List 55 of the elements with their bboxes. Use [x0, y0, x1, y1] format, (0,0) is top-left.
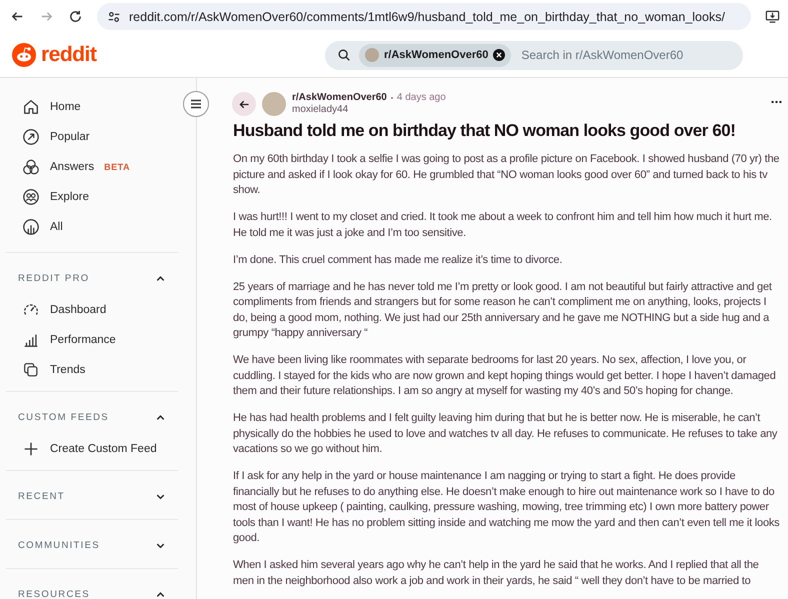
- sidebar-item[interactable]: Popular: [6, 122, 178, 152]
- section-title: COMMUNITIES: [18, 540, 100, 550]
- sidebar-item[interactable]: Performance: [6, 325, 178, 355]
- post-paragraph: 25 years of marriage and he has never told me I’m pretty or look good. I am not beautiful but fairly attractive and get compliments from friends and strangers but for some reason he can’t compliment me on anything, looks, projects I do, being a good mom, nothing. We just had our 25th anniversary and he gave me NOTHING but a side hug and a grumpy “happy anniversary “: [233, 280, 773, 341]
- separator-dot: [390, 97, 393, 99]
- arrow-circle-icon: [22, 128, 40, 146]
- address-bar[interactable]: reddit.com/r/AskWomenOver60/comments/1mtl6w9/husband_told_me_on_birthday_that_no_woman_looks/: [97, 3, 751, 30]
- sidebar-item[interactable]: Answers BETA: [6, 152, 178, 182]
- people-circle-icon: [22, 188, 40, 206]
- section-header[interactable]: COMMUNITIES: [6, 528, 178, 562]
- search-icon: [337, 48, 351, 62]
- community-link[interactable]: r/AskWomenOver60: [292, 92, 387, 104]
- section-header[interactable]: REDDIT PRO: [6, 261, 178, 295]
- author-link[interactable]: moxielady44: [292, 104, 446, 116]
- sidebar-item[interactable]: Explore: [6, 182, 178, 212]
- back-button[interactable]: [232, 92, 256, 116]
- menu-button[interactable]: [183, 91, 209, 117]
- post-paragraph: I was hurt!!! I went to my closet and cried. It took me about a week to confront him and tell him how much it hurt me. He told me it was just a joke and I’m too sensitive.: [233, 210, 773, 240]
- stacked-squares-icon: [22, 361, 40, 379]
- section-title: CUSTOM FEEDS: [18, 412, 109, 422]
- reload-icon[interactable]: [68, 9, 83, 24]
- chart-circle-icon: [22, 218, 40, 236]
- home-icon: [22, 98, 40, 116]
- sidebar-item[interactable]: Home: [6, 92, 178, 122]
- url-text: reddit.com/r/AskWomenOver60/comments/1mtl6w9/husband_told_me_on_birthday_that_no_woman_looks/: [129, 10, 725, 24]
- sidebar-item[interactable]: Dashboard: [6, 295, 178, 325]
- search-field[interactable]: r/AskWomenOver60 Search in r/AskWomenOver60: [325, 40, 743, 70]
- post-paragraph: He has had health problems and I felt guilty leaving him during that but he is better now. He is miserable, he can’t physically do the hobbies he used to love and watches tv all day. He refuses to communicate. He refuses to take any vacations so we go without him.: [233, 411, 778, 457]
- beta-label: BETA: [104, 162, 130, 172]
- post-title: Husband told me on birthday that NO woman looks good over 60!: [233, 120, 736, 142]
- post-paragraph: If I ask for any help in the yard or house maintenance I am nagging or trying to start a fight. He does provide financially but he refuses to do anything else. He doesn’t make enough to hire out maintenance work so I have to do most of house upkeep ( painting, caulking, pressure washing, mowing, tree trimming etc) I own more battery power tools than I want! He has no problem sitting inside and watching me mow the yard and then can’t even tell me it looks good.: [233, 469, 780, 546]
- post-paragraph: On my 60th birthday I took a selfie I was going to post as a profile picture on Facebook. I showed husband (70 yr) the picture and asked if I look okay for 60. He grumbled that “NO woman looks good over 60” and turned back to his tv show.: [233, 152, 780, 198]
- sidebar-item[interactable]: Trends: [6, 355, 178, 385]
- post-paragraph: We have been living like roommates with separate bedrooms for last 20 years. No sex, affection, I love you, or cuddling. I stayed for the kids who are now grown and kept hoping things would get better. I hope I haven’t damaged them and their future relationships. I am so angry at myself for wasting my 40’s and 50’s hoping for change.: [233, 353, 777, 399]
- section-header[interactable]: CUSTOM FEEDS: [6, 400, 178, 434]
- post-time: 4 days ago: [396, 92, 446, 104]
- section-title: RECENT: [18, 490, 65, 502]
- community-avatar: [365, 48, 379, 62]
- sidebar-item[interactable]: All: [6, 212, 178, 242]
- post-paragraph: I’m done. This cruel comment has made me realize it’s time to divorce.: [233, 252, 564, 268]
- alien-logo-icon[interactable]: [12, 43, 36, 67]
- menu-icon: [189, 97, 203, 111]
- community-chip[interactable]: r/AskWomenOver60: [359, 44, 512, 66]
- circles-icon: [22, 158, 40, 176]
- sidebar-item[interactable]: Create Custom Feed: [6, 434, 178, 464]
- site-settings-icon[interactable]: [107, 10, 121, 24]
- close-icon[interactable]: [493, 49, 506, 61]
- plus-icon: [22, 440, 40, 458]
- section-header[interactable]: RESOURCES: [6, 577, 178, 599]
- more-options-icon[interactable]: [771, 100, 782, 104]
- section-title: REDDIT PRO: [18, 272, 90, 284]
- section-header[interactable]: RECENT: [6, 479, 178, 513]
- section-title: RESOURCES: [18, 588, 90, 599]
- post-paragraph: When I asked him several years ago why he can’t help in the yard he said that he works. And I replied that all the men in the neighborhood also work a job and work in their yards, he said “ well they don’t have to be married to: [233, 558, 760, 588]
- install-icon[interactable]: [765, 9, 780, 24]
